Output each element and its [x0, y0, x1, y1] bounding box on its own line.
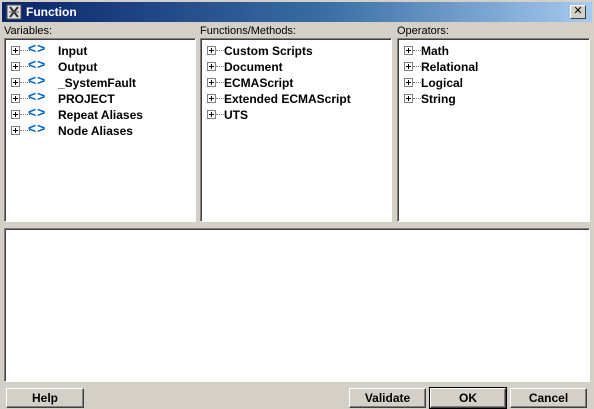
variables-label: Variables:: [4, 25, 53, 37]
functions-tree[interactable]: Custom Scripts Document ECMAScript Exten…: [200, 38, 392, 222]
variable-icon: <>: [28, 72, 47, 88]
variable-icon: <>: [28, 88, 47, 104]
operators-tree[interactable]: Math Relational Logical String: [397, 38, 590, 222]
expand-icon[interactable]: [11, 126, 20, 135]
function-dialog: Function ✕ Variables: <> Input <> Output…: [0, 0, 594, 409]
tree-item-label: PROJECT: [58, 92, 115, 106]
functions-label: Functions/Methods:: [200, 25, 296, 37]
expand-icon[interactable]: [207, 62, 216, 71]
expand-icon[interactable]: [207, 46, 216, 55]
variable-icon: <>: [28, 40, 47, 56]
tree-item-label: UTS: [224, 108, 248, 122]
tree-item-label: Logical: [421, 76, 464, 90]
operators-label: Operators:: [397, 25, 449, 37]
expand-icon[interactable]: [11, 78, 20, 87]
expand-icon[interactable]: [404, 94, 413, 103]
tree-item-label: Repeat Aliases: [58, 108, 143, 122]
operators-panel: Operators: Math Relational Logical Strin…: [397, 24, 590, 222]
tree-item-label: Node Aliases: [58, 124, 133, 138]
variable-icon: <>: [28, 56, 47, 72]
expand-icon[interactable]: [11, 94, 20, 103]
close-button[interactable]: ✕: [570, 5, 586, 19]
tree-item-label: Relational: [421, 60, 479, 74]
tree-item-label: String: [421, 92, 456, 106]
variables-panel: Variables: <> Input <> Output <> _System…: [4, 24, 196, 222]
variables-tree[interactable]: <> Input <> Output <> _SystemFault <> PR…: [4, 38, 196, 222]
expand-icon[interactable]: [404, 78, 413, 87]
expand-icon[interactable]: [404, 62, 413, 71]
expand-icon[interactable]: [207, 94, 216, 103]
expand-icon[interactable]: [404, 46, 413, 55]
tree-item-label: Document: [224, 60, 283, 74]
cancel-button[interactable]: Cancel: [510, 388, 587, 408]
tree-item-label: _SystemFault: [58, 76, 137, 90]
tree-item-label: Math: [421, 44, 449, 58]
expand-icon[interactable]: [11, 62, 20, 71]
title-bar[interactable]: Function ✕: [2, 2, 592, 22]
validate-button[interactable]: Validate: [349, 388, 426, 408]
expression-editor[interactable]: [4, 228, 590, 382]
tree-item-label: Input: [58, 44, 88, 58]
tree-item-label: Extended ECMAScript: [224, 92, 351, 106]
function-icon: [6, 4, 22, 20]
variable-icon: <>: [28, 120, 47, 136]
expand-icon[interactable]: [11, 46, 20, 55]
tree-item-label: ECMAScript: [224, 76, 294, 90]
close-icon: ✕: [573, 5, 583, 17]
variable-icon: <>: [28, 104, 47, 120]
expand-icon[interactable]: [207, 78, 216, 87]
expand-icon[interactable]: [207, 110, 216, 119]
tree-item-label: Custom Scripts: [224, 44, 313, 58]
expand-icon[interactable]: [11, 110, 20, 119]
tree-item-label: Output: [58, 60, 98, 74]
help-button[interactable]: Help: [6, 388, 84, 408]
ok-button[interactable]: OK: [429, 387, 507, 409]
functions-panel: Functions/Methods: Custom Scripts Docume…: [200, 24, 392, 222]
window-title: Function: [26, 5, 77, 19]
